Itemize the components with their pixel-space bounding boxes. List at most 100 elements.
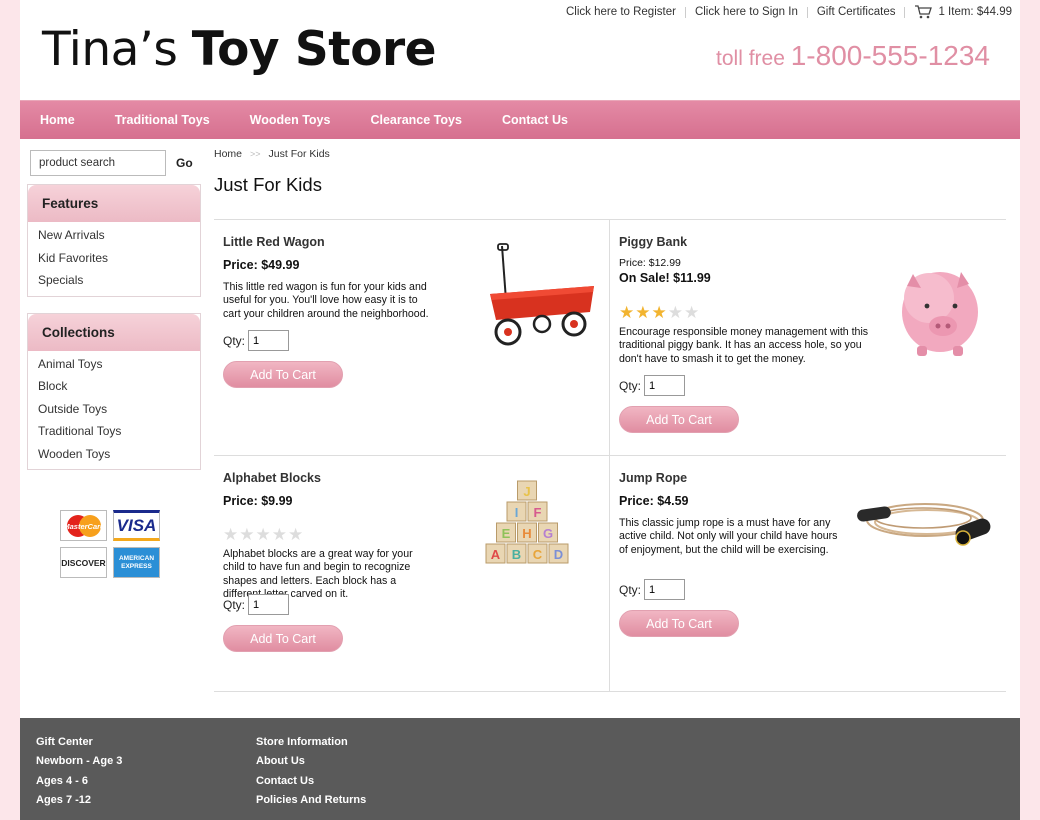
nav-home[interactable]: Home <box>40 113 75 127</box>
sidebar-item-wooden-toys[interactable]: Wooden Toys <box>38 443 200 466</box>
add-to-cart-button[interactable]: Add To Cart <box>223 361 343 388</box>
phone-digits: 1-800-555-1234 <box>790 40 990 71</box>
product-name[interactable]: Little Red Wagon <box>223 235 325 249</box>
sidebar-item-block[interactable]: Block <box>38 375 200 398</box>
product-name[interactable]: Piggy Bank <box>619 235 687 249</box>
footer-col-gift-center: Gift Center Newborn - Age 3 Ages 4 - 6 A… <box>36 736 122 813</box>
product-description: This little red wagon is fun for your ki… <box>223 281 429 320</box>
product-description: This classic jump rope is a must have fo… <box>619 517 838 556</box>
sidebar-item-kid-favorites[interactable]: Kid Favorites <box>38 247 200 270</box>
svg-text:E: E <box>502 526 511 541</box>
wagon-image[interactable] <box>462 242 602 362</box>
star-filled-icon: ★ <box>635 303 651 322</box>
letter-block: C <box>527 543 548 564</box>
visa-logo: VISA <box>113 510 160 541</box>
letter-block: E <box>496 522 516 543</box>
utility-links: Click here to Register Click here to Sig… <box>566 5 1012 19</box>
nav-clearance-toys[interactable]: Clearance Toys <box>370 113 461 127</box>
cart-link[interactable]: 1 Item: $44.99 <box>914 5 1012 19</box>
amex-logo: AMERICAN EXPRESS <box>113 547 160 578</box>
register-link[interactable]: Click here to Register <box>566 6 676 18</box>
gift-certificates-link[interactable]: Gift Certificates <box>817 6 896 18</box>
svg-text:C: C <box>533 547 543 562</box>
collections-heading: Collections <box>28 313 200 351</box>
nav-traditional-toys[interactable]: Traditional Toys <box>115 113 210 127</box>
sidebar-item-animal-toys[interactable]: Animal Toys <box>38 353 200 376</box>
svg-text:A: A <box>491 547 501 562</box>
qty-row: Qty: <box>619 579 686 600</box>
add-to-cart-button[interactable]: Add To Cart <box>223 625 343 652</box>
footer-link[interactable]: Policies And Returns <box>256 794 366 813</box>
footer-link[interactable]: Ages 4 - 6 <box>36 775 122 794</box>
qty-input[interactable] <box>248 330 290 351</box>
piggy-bank-image[interactable] <box>895 260 985 360</box>
phone-label: toll free <box>716 47 791 70</box>
footer-link[interactable]: About Us <box>256 755 366 774</box>
store-logo[interactable]: Tina’s Toy Store <box>42 22 437 77</box>
cart-icon <box>915 5 933 19</box>
footer-col-store-info: Store Information About Us Contact Us Po… <box>256 736 366 813</box>
sidebar: Go Features New Arrivals Kid Favorites S… <box>27 150 201 578</box>
sidebar-item-specials[interactable]: Specials <box>38 269 200 292</box>
discover-logo: DISCOVER <box>60 547 107 578</box>
product-card-piggy-bank: Piggy Bank Price: $12.99 On Sale! $11.99… <box>610 220 1005 455</box>
rating-stars: ★ ★ ★ ★ ★ <box>619 304 699 321</box>
divider <box>806 6 808 18</box>
qty-label: Qty: <box>619 378 642 393</box>
mastercard-logo: MasterCard <box>60 510 107 541</box>
product-card-wagon: Little Red Wagon Price: $49.99 This litt… <box>214 220 609 455</box>
svg-text:H: H <box>522 526 531 541</box>
star-empty-icon: ★ <box>271 525 287 544</box>
product-card-jump-rope: Jump Rope Price: $4.59 This classic jump… <box>610 456 1005 691</box>
letter-block: I <box>506 501 527 522</box>
search-input[interactable] <box>30 150 166 176</box>
nav-contact-us[interactable]: Contact Us <box>502 113 568 127</box>
letter-block: D <box>548 543 569 564</box>
star-filled-icon: ★ <box>619 303 635 322</box>
sign-in-link[interactable]: Click here to Sign In <box>695 6 798 18</box>
sidebar-item-traditional-toys[interactable]: Traditional Toys <box>38 420 200 443</box>
qty-input[interactable] <box>248 594 290 615</box>
features-box: Features New Arrivals Kid Favorites Spec… <box>27 184 201 297</box>
logo-text-light: Tina’s <box>42 22 192 77</box>
jump-rope-image[interactable] <box>855 486 1000 556</box>
svg-text:J: J <box>523 484 530 499</box>
svg-text:F: F <box>534 505 542 520</box>
qty-label: Qty: <box>223 597 246 612</box>
logo-text-bold: Toy Store <box>191 22 437 77</box>
qty-input[interactable] <box>644 579 686 600</box>
main-content: Home >> Just For Kids Just For Kids Litt… <box>214 148 1006 692</box>
nav-wooden-toys[interactable]: Wooden Toys <box>250 113 331 127</box>
alphabet-blocks-image[interactable]: JI F E H G A B C D <box>472 479 584 573</box>
footer-link[interactable]: Ages 7 -12 <box>36 794 122 813</box>
footer-link[interactable]: Contact Us <box>256 775 366 794</box>
breadcrumb-arrow-icon: >> <box>250 149 261 159</box>
svg-text:G: G <box>543 526 553 541</box>
product-name[interactable]: Jump Rope <box>619 471 687 485</box>
letter-block: A <box>485 543 506 564</box>
footer-heading: Gift Center <box>36 736 93 748</box>
product-card-alphabet-blocks: Alphabet Blocks Price: $9.99 ★ ★ ★ ★ ★ Alpha… <box>214 456 609 691</box>
letter-block: H <box>517 522 537 543</box>
qty-input[interactable] <box>644 375 686 396</box>
footer-heading: Store Information <box>256 736 348 748</box>
breadcrumb: Home >> Just For Kids <box>214 148 1006 160</box>
footer-link[interactable]: Newborn - Age 3 <box>36 755 122 774</box>
letter-block: B <box>506 543 527 564</box>
sidebar-item-new-arrivals[interactable]: New Arrivals <box>38 224 200 247</box>
add-to-cart-button[interactable]: Add To Cart <box>619 610 739 637</box>
divider <box>904 6 906 18</box>
page-title: Just For Kids <box>214 174 322 195</box>
add-to-cart-button[interactable]: Add To Cart <box>619 406 739 433</box>
product-name[interactable]: Alphabet Blocks <box>223 471 321 485</box>
divider <box>684 6 686 18</box>
breadcrumb-home[interactable]: Home <box>214 148 242 160</box>
product-price: Price: $49.99 <box>223 258 300 272</box>
search-go-button[interactable]: Go <box>176 156 193 170</box>
qty-row: Qty: <box>619 375 686 396</box>
svg-text:D: D <box>554 547 563 562</box>
features-heading: Features <box>28 185 200 222</box>
sidebar-item-outside-toys[interactable]: Outside Toys <box>38 398 200 421</box>
star-empty-icon: ★ <box>288 525 304 544</box>
star-empty-icon: ★ <box>255 525 271 544</box>
